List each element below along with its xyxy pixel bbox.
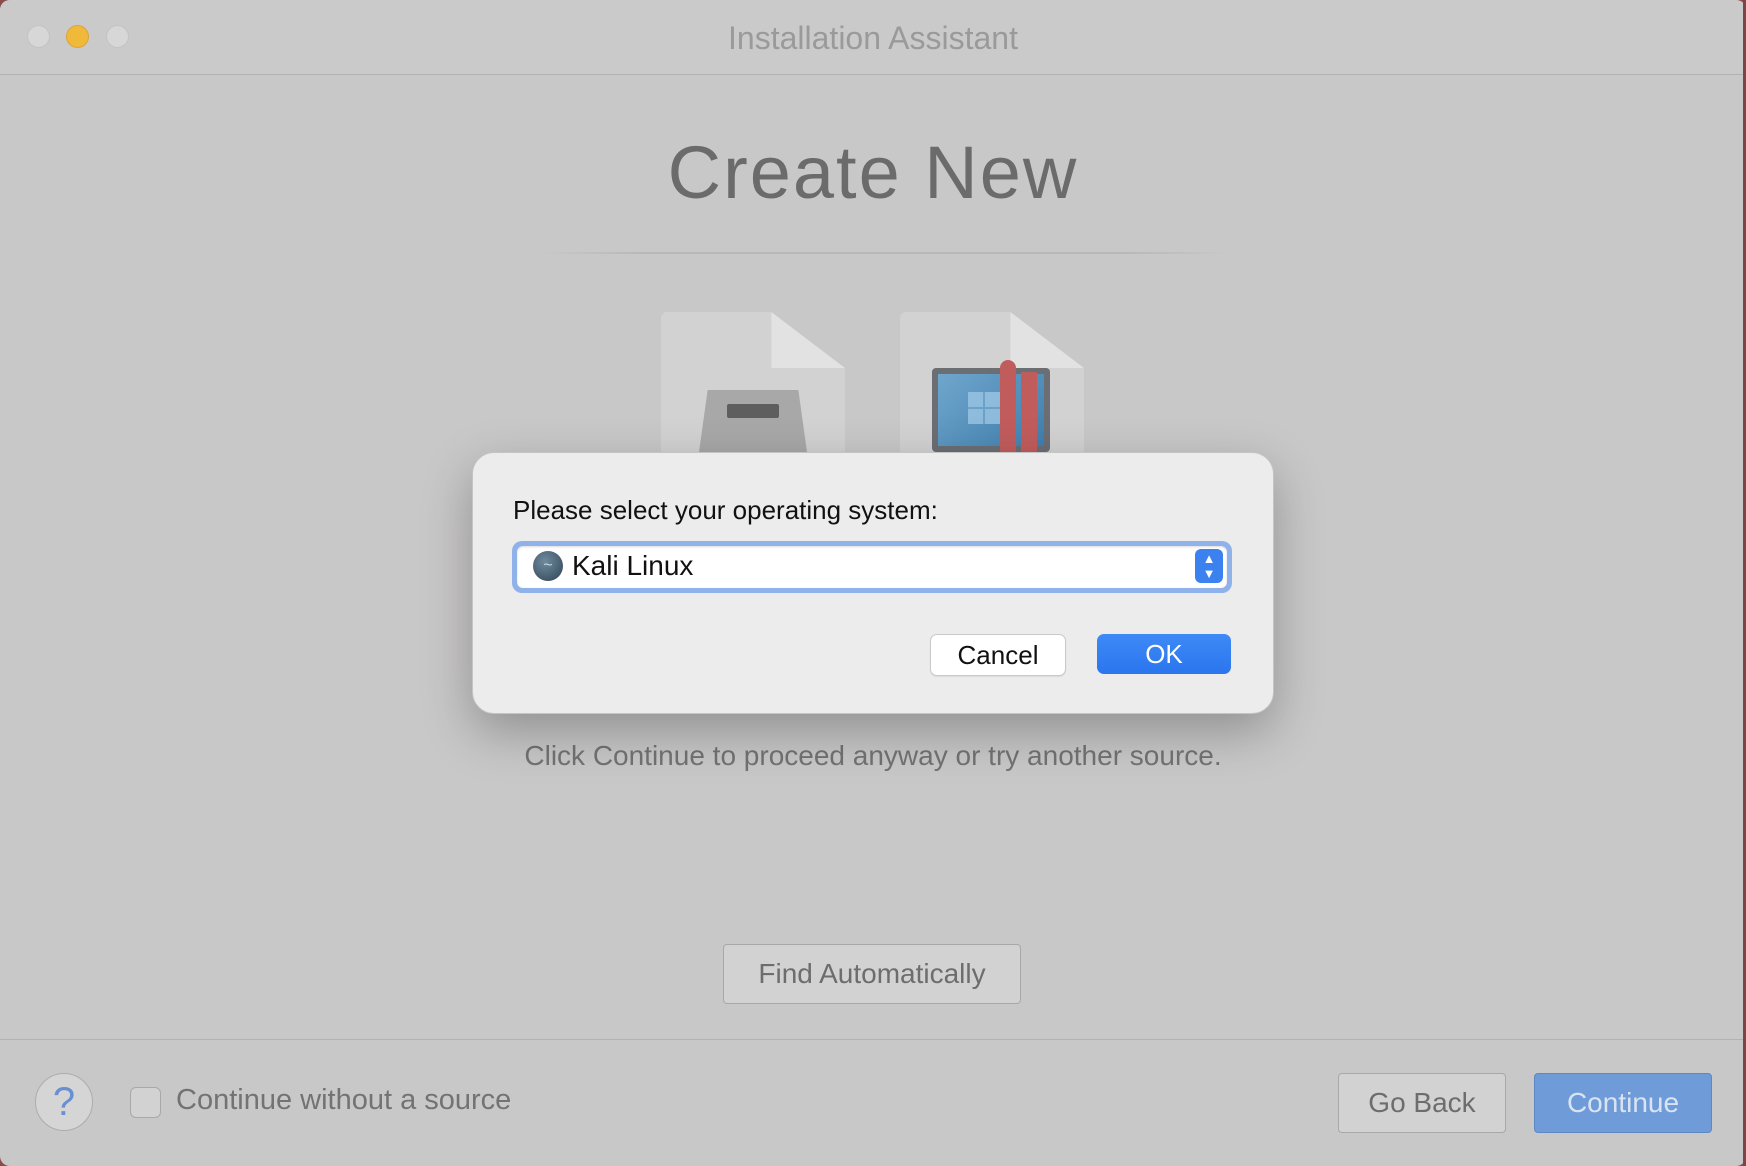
kali-linux-icon: ~ (533, 551, 563, 581)
hard-drive-icon (699, 390, 807, 452)
info-message: Click Continue to proceed anyway or try … (524, 740, 1222, 771)
installation-assistant-window: Installation Assistant Create New Click … (0, 0, 1746, 1166)
page-fold-icon (1010, 312, 1084, 368)
parallels-bar-icon (1000, 360, 1016, 452)
os-select-focus-ring[interactable]: ~ Kali Linux ▲ ▼ (512, 541, 1232, 593)
continue-button[interactable]: Continue (1534, 1073, 1712, 1133)
windows-pc-source-icon (900, 312, 1084, 452)
chevron-up-down-icon[interactable]: ▲ ▼ (1195, 549, 1223, 583)
help-button[interactable]: ? (35, 1073, 93, 1131)
os-select-value: Kali Linux (572, 550, 694, 581)
drive-label-icon (727, 404, 779, 418)
go-back-button[interactable]: Go Back (1338, 1073, 1506, 1133)
dialog-prompt: Please select your operating system: (513, 495, 938, 525)
page-fold-icon (771, 312, 845, 368)
heading-divider (540, 252, 1230, 254)
window-title: Installation Assistant (728, 20, 1018, 56)
ok-button[interactable]: OK (1097, 634, 1231, 674)
continue-without-source-label[interactable]: Continue without a source (176, 1084, 511, 1117)
title-bar: Installation Assistant (0, 0, 1746, 75)
disk-image-source-icon (661, 312, 845, 452)
find-automatically-button[interactable]: Find Automatically (723, 944, 1021, 1004)
page-title: Create New (667, 131, 1079, 214)
monitor-icon (932, 360, 1050, 452)
footer-divider (0, 1039, 1746, 1040)
os-select[interactable]: ~ Kali Linux ▲ ▼ (517, 546, 1227, 588)
select-os-dialog: Please select your operating system: ~ K… (472, 452, 1274, 714)
cancel-button[interactable]: Cancel (930, 634, 1066, 676)
windows-logo-icon (968, 392, 1000, 424)
continue-without-source-checkbox[interactable] (130, 1087, 161, 1118)
